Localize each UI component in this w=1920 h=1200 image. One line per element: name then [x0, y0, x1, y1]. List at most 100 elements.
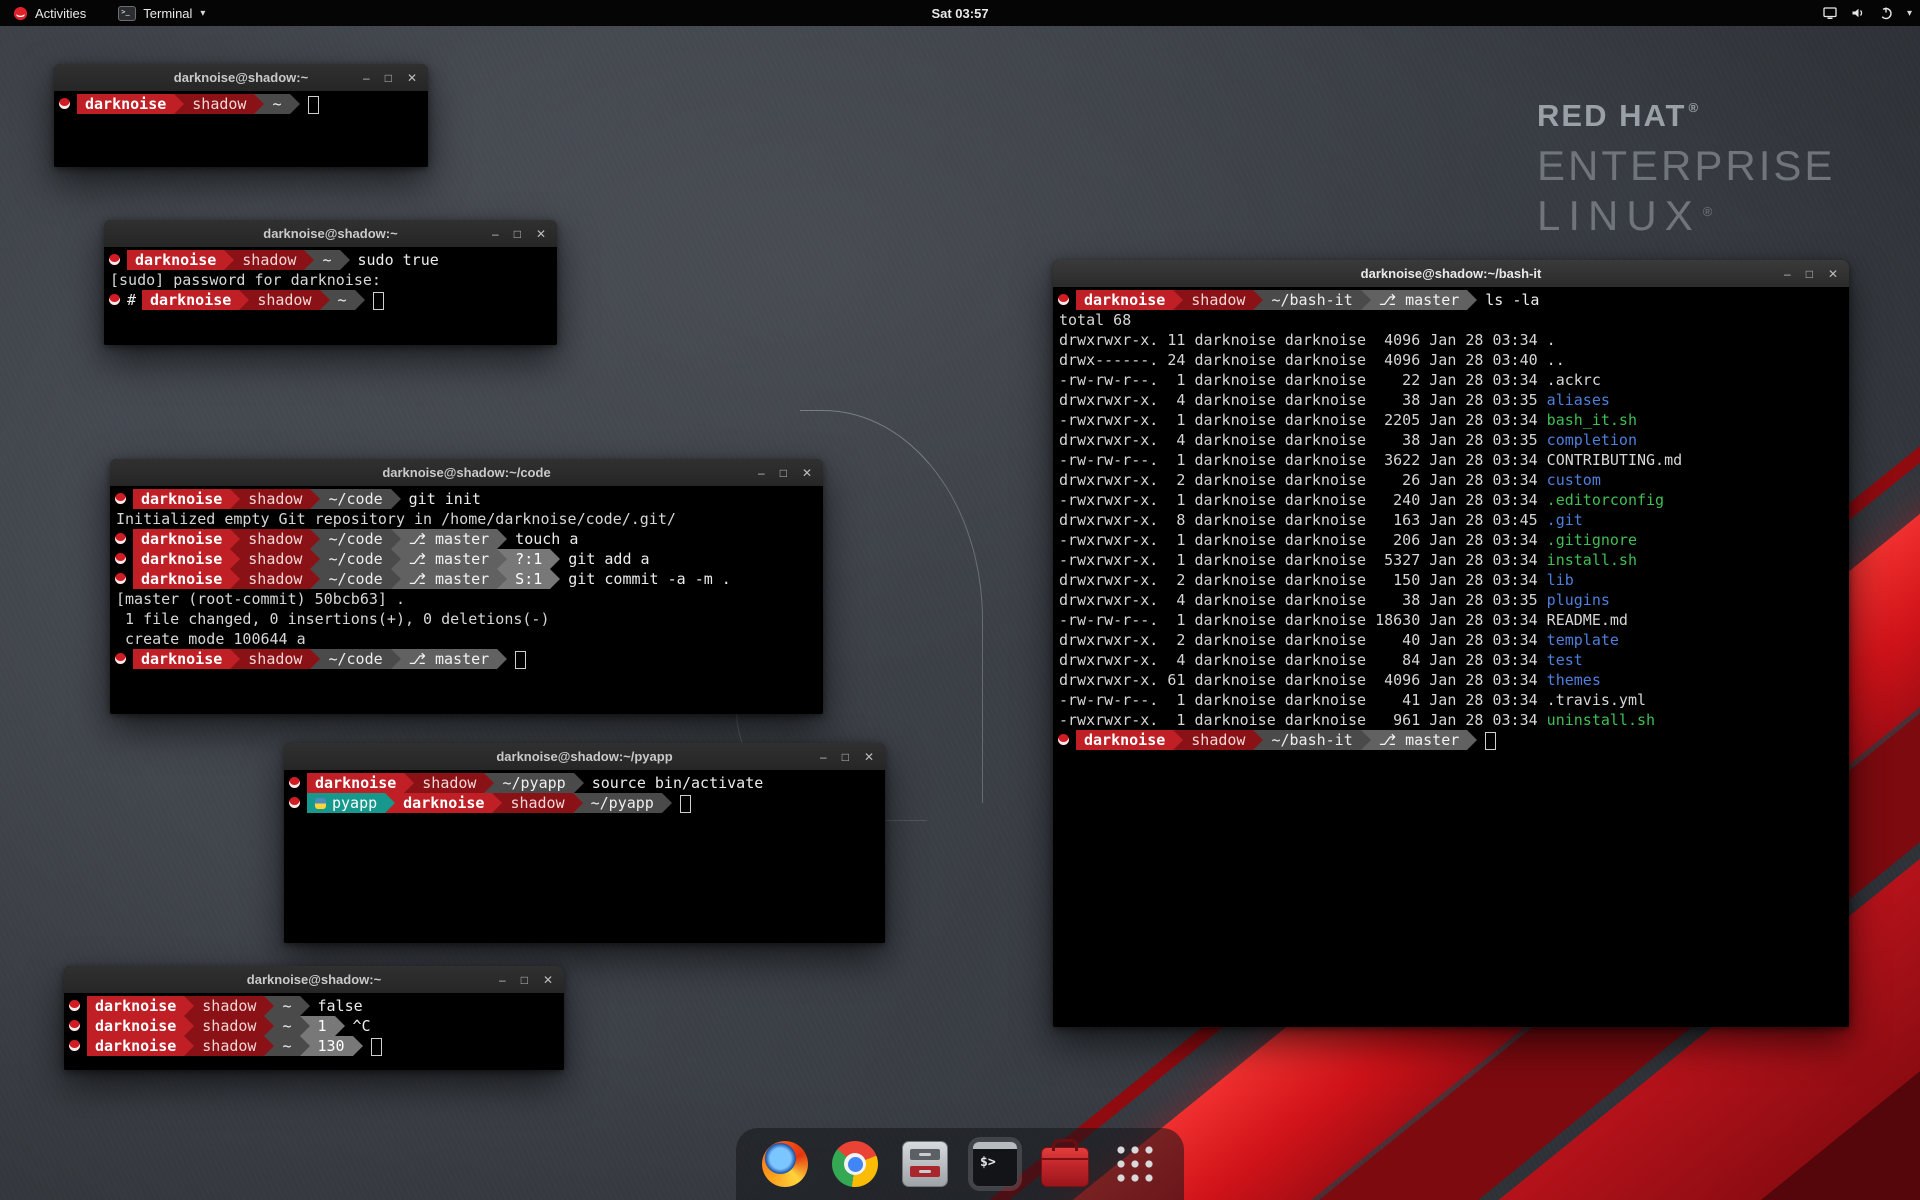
- window-minimize-button[interactable]: –: [820, 751, 827, 763]
- prompt-segment-path: ~: [314, 250, 339, 270]
- prompt-segment-git: ⎇ master: [401, 549, 498, 569]
- dock-firefox-icon[interactable]: [758, 1137, 812, 1191]
- powerline-arrow-icon: [335, 1016, 345, 1036]
- window-maximize-button[interactable]: □: [514, 228, 521, 240]
- prompt-segment-host: shadow: [249, 290, 319, 310]
- window-titlebar[interactable]: darknoise@shadow:~/code– □ ✕: [110, 459, 823, 487]
- dock-show-apps-icon[interactable]: [1108, 1137, 1162, 1191]
- terminal-output-line: [sudo] password for darknoise:: [106, 270, 555, 290]
- file-name: test: [1547, 651, 1583, 669]
- powerline-arrow-icon: [239, 290, 249, 310]
- terminal-content[interactable]: darknoiseshadow~falsedarknoiseshadow~1^C…: [64, 993, 564, 1070]
- powerline-arrow-icon: [184, 1036, 194, 1056]
- prompt-segment-user: darknoise: [395, 793, 492, 813]
- toolbox-icon: [1041, 1147, 1089, 1187]
- window-title: darknoise@shadow:~/code: [170, 459, 763, 486]
- powerline-arrow-icon: [310, 529, 320, 549]
- powerline-arrow-icon: [484, 773, 494, 793]
- terminal-output-line: Initialized empty Git repository in /hom…: [112, 509, 821, 529]
- powerline-arrow-icon: [300, 996, 310, 1016]
- redhat-logo-icon: [13, 6, 28, 21]
- terminal-cursor: [308, 96, 319, 114]
- chevron-down-icon[interactable]: ▾: [1907, 8, 1912, 19]
- powerline-arrow-icon: [230, 549, 240, 569]
- window-titlebar[interactable]: darknoise@shadow:~–□✕: [64, 966, 564, 994]
- powerline-arrow-icon: [254, 94, 264, 114]
- window-titlebar[interactable]: darknoise@shadow:~/pyapp–□✕: [284, 743, 885, 771]
- window-close-button[interactable]: ✕: [864, 751, 874, 763]
- window-minimize-button[interactable]: –: [363, 72, 370, 84]
- terminal-output-line: create mode 100644 a: [112, 629, 821, 649]
- app-menu-terminal[interactable]: Terminal ▾: [115, 0, 208, 26]
- prompt-segment-host: shadow: [234, 250, 304, 270]
- prompt-segment-status: S:1: [507, 569, 550, 589]
- prompt-segment-user: darknoise: [133, 569, 230, 589]
- terminal-window-3: darknoise@shadow:~/code– □ ✕ darknoiseshado…: [110, 459, 823, 714]
- window-close-button[interactable]: ✕: [543, 974, 553, 986]
- clock[interactable]: Sat 03:57: [931, 0, 988, 26]
- file-name: README.md: [1547, 611, 1628, 629]
- terminal-icon: $>: [972, 1141, 1018, 1187]
- display-icon[interactable]: [1822, 5, 1838, 21]
- window-close-button[interactable]: ✕: [1828, 268, 1838, 280]
- command-text: ls -la: [1485, 290, 1539, 310]
- terminal-content[interactable]: darknoiseshadow~/bash-it⎇ masterls -lato…: [1053, 287, 1849, 1027]
- prompt-segment-path: ~: [274, 1036, 299, 1056]
- redhat-prompt-icon: [59, 98, 70, 109]
- file-name: ..: [1547, 351, 1565, 369]
- dock-toolbox-icon[interactable]: [1038, 1137, 1092, 1191]
- window-controls: – □ ✕: [820, 743, 874, 770]
- window-maximize-button[interactable]: □: [385, 72, 392, 84]
- powerline-arrow-icon: [300, 1016, 310, 1036]
- terminal-app-icon: [118, 6, 136, 21]
- powerline-arrow-icon: [310, 549, 320, 569]
- window-close-button[interactable]: ✕: [407, 72, 417, 84]
- window-titlebar[interactable]: darknoise@shadow:~– □ ✕: [104, 220, 557, 248]
- prompt-segment-path: ~/pyapp: [494, 773, 573, 793]
- prompt-segment-user: darknoise: [77, 94, 174, 114]
- power-icon[interactable]: [1878, 5, 1894, 21]
- powerline-arrow-icon: [1253, 290, 1263, 310]
- window-maximize-button[interactable]: □: [1806, 268, 1813, 280]
- window-minimize-button[interactable]: –: [758, 467, 765, 479]
- window-titlebar[interactable]: darknoise@shadow:~–□✕: [54, 64, 428, 92]
- terminal-content[interactable]: darknoiseshadow~sudo true[sudo] password…: [104, 247, 557, 345]
- window-close-button[interactable]: ✕: [536, 228, 546, 240]
- powerline-arrow-icon: [340, 250, 350, 270]
- activities-button[interactable]: Activities: [10, 0, 89, 26]
- window-maximize-button[interactable]: □: [780, 467, 787, 479]
- file-name: themes: [1547, 671, 1601, 689]
- prompt-segment-user: darknoise: [133, 649, 230, 669]
- dock-chrome-icon[interactable]: [828, 1137, 882, 1191]
- terminal-content[interactable]: darknoiseshadow~/codegit initInitialized…: [110, 486, 823, 714]
- window-minimize-button[interactable]: –: [492, 228, 499, 240]
- window-minimize-button[interactable]: –: [1784, 268, 1791, 280]
- prompt-segment-path: ~/code: [320, 549, 390, 569]
- prompt-segment-path: ~/code: [320, 489, 390, 509]
- powerline-arrow-icon: [355, 290, 365, 310]
- terminal-content[interactable]: darknoiseshadow~: [54, 91, 428, 167]
- prompt-segment-status: ?:1: [507, 549, 550, 569]
- terminal-prompt-line: darknoiseshadow~/code⎇ masterS:1git comm…: [112, 569, 821, 589]
- window-close-button[interactable]: ✕: [802, 467, 812, 479]
- dock-files-icon[interactable]: [898, 1137, 952, 1191]
- window-maximize-button[interactable]: □: [521, 974, 528, 986]
- prompt-segment-path: ~: [330, 290, 355, 310]
- powerline-arrow-icon: [304, 250, 314, 270]
- terminal-output-line: [master (root-commit) 50bcb63] .: [112, 589, 821, 609]
- redhat-prompt-icon: [289, 777, 300, 788]
- terminal-content[interactable]: darknoiseshadow~/pyappsource bin/activat…: [284, 770, 885, 943]
- dock-terminal-icon[interactable]: $>: [968, 1137, 1022, 1191]
- file-name: .ackrc: [1547, 371, 1601, 389]
- window-maximize-button[interactable]: □: [842, 751, 849, 763]
- window-titlebar[interactable]: darknoise@shadow:~/bash-it–□✕: [1053, 260, 1849, 288]
- terminal-prompt-line: darknoiseshadow~/codegit init: [112, 489, 821, 509]
- window-title: darknoise@shadow:~: [164, 220, 497, 247]
- terminal-prompt-line: darknoiseshadow~: [56, 94, 426, 114]
- volume-icon[interactable]: [1850, 5, 1866, 21]
- window-minimize-button[interactable]: –: [499, 974, 506, 986]
- prompt-segment-host: shadow: [184, 94, 254, 114]
- powerline-arrow-icon: [1361, 730, 1371, 750]
- prompt-segment-host: shadow: [1183, 730, 1253, 750]
- terminal-window-5: darknoise@shadow:~–□✕darknoiseshadow~fal…: [64, 966, 564, 1070]
